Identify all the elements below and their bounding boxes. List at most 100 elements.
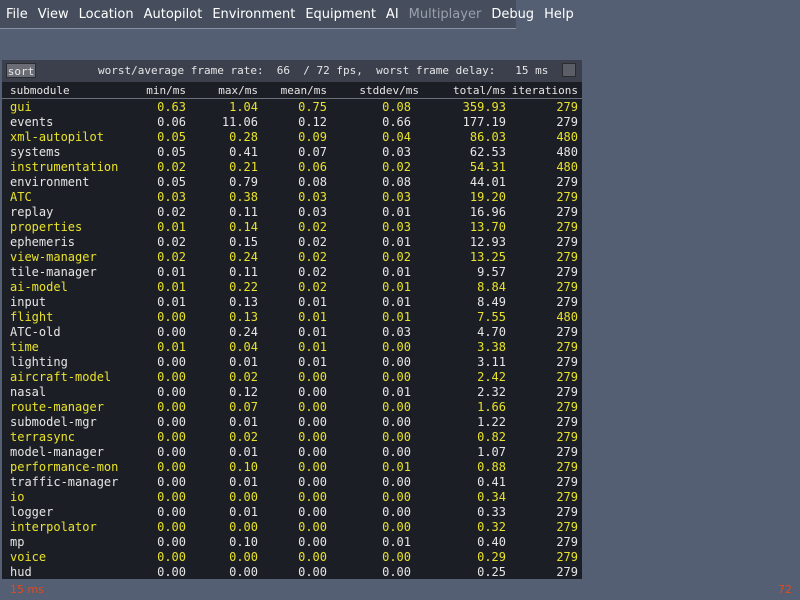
- cell-total: 12.93: [469, 235, 506, 249]
- cell-iterations: 279: [556, 295, 578, 309]
- cell-iterations: 279: [556, 115, 578, 129]
- cell-stddev: 0.08: [382, 100, 411, 114]
- cell-total: 1.22: [477, 415, 506, 429]
- cell-min: 0.00: [157, 355, 186, 369]
- menu-help[interactable]: Help: [540, 7, 578, 22]
- cell-total: 16.96: [469, 205, 506, 219]
- cell-mean: 0.00: [298, 445, 327, 459]
- cell-iterations: 279: [556, 100, 578, 114]
- cell-max: 0.28: [229, 130, 258, 144]
- menu-autopilot[interactable]: Autopilot: [140, 7, 207, 22]
- cell-min: 0.02: [157, 235, 186, 249]
- cell-mean: 0.02: [298, 280, 327, 294]
- close-button[interactable]: [562, 63, 576, 77]
- cell-iterations: 279: [556, 565, 578, 579]
- table-row: terrasync 0.00 0.02 0.00 0.00 0.82 279: [2, 430, 582, 445]
- cell-total: 44.01: [469, 175, 506, 189]
- menu-equipment[interactable]: Equipment: [301, 7, 380, 22]
- cell-max: 0.01: [229, 355, 258, 369]
- column-header-max: max/ms: [218, 84, 258, 97]
- cell-total: 1.07: [477, 445, 506, 459]
- menu-ai[interactable]: AI: [382, 7, 403, 22]
- cell-total: 54.31: [469, 160, 506, 174]
- cell-mean: 0.00: [298, 550, 327, 564]
- cell-total: 86.03: [469, 130, 506, 144]
- table-row: replay 0.02 0.11 0.03 0.01 16.96 279: [2, 205, 582, 220]
- cell-iterations: 279: [556, 325, 578, 339]
- cell-min: 0.00: [157, 505, 186, 519]
- table-row: time 0.01 0.04 0.01 0.00 3.38 279: [2, 340, 582, 355]
- cell-min: 0.00: [157, 550, 186, 564]
- cell-total: 177.19: [462, 115, 506, 129]
- table-row: nasal 0.00 0.12 0.00 0.01 2.32 279: [2, 385, 582, 400]
- cell-max: 0.38: [229, 190, 258, 204]
- cell-min: 0.00: [157, 430, 186, 444]
- table-row: route-manager 0.00 0.07 0.00 0.00 1.66 279: [2, 400, 582, 415]
- cell-iterations: 279: [556, 205, 578, 219]
- cell-max: 0.02: [229, 370, 258, 384]
- cell-max: 0.24: [229, 325, 258, 339]
- cell-max: 0.01: [229, 505, 258, 519]
- cell-stddev: 0.01: [382, 235, 411, 249]
- cell-min: 0.02: [157, 160, 186, 174]
- frame-delay-readout: 15 ms: [10, 583, 44, 596]
- menu-environment[interactable]: Environment: [208, 7, 299, 22]
- cell-submodule: route-manager: [10, 400, 104, 414]
- cell-min: 0.05: [157, 175, 186, 189]
- cell-mean: 0.00: [298, 385, 327, 399]
- cell-total: 0.33: [477, 505, 506, 519]
- cell-total: 0.29: [477, 550, 506, 564]
- table-row: flight 0.00 0.13 0.01 0.01 7.55 480: [2, 310, 582, 325]
- cell-submodule: ATC-old: [10, 325, 61, 339]
- cell-mean: 0.00: [298, 535, 327, 549]
- cell-max: 0.01: [229, 475, 258, 489]
- table-row: model-manager 0.00 0.01 0.00 0.00 1.07 279: [2, 445, 582, 460]
- cell-min: 0.00: [157, 415, 186, 429]
- cell-submodule: voice: [10, 550, 47, 564]
- cell-stddev: 0.00: [382, 445, 411, 459]
- cell-max: 0.02: [229, 430, 258, 444]
- cell-total: 7.55: [477, 310, 506, 324]
- cell-mean: 0.06: [298, 160, 327, 174]
- cell-stddev: 0.01: [382, 265, 411, 279]
- cell-stddev: 0.66: [382, 115, 411, 129]
- cell-max: 0.10: [229, 460, 258, 474]
- cell-stddev: 0.01: [382, 310, 411, 324]
- menu-file[interactable]: File: [2, 7, 32, 22]
- cell-max: 0.01: [229, 445, 258, 459]
- table-header: submodule min/ms max/ms mean/ms stddev/m…: [2, 84, 582, 99]
- cell-max: 0.12: [229, 385, 258, 399]
- cell-iterations: 279: [556, 250, 578, 264]
- cell-mean: 0.00: [298, 430, 327, 444]
- menu-debug[interactable]: Debug: [487, 7, 538, 22]
- cell-stddev: 0.04: [382, 130, 411, 144]
- cell-stddev: 0.00: [382, 475, 411, 489]
- cell-min: 0.05: [157, 145, 186, 159]
- table-row: performance-mon 0.00 0.10 0.00 0.01 0.88 279: [2, 460, 582, 475]
- column-header-iterations: iterations: [511, 84, 578, 97]
- cell-stddev: 0.00: [382, 370, 411, 384]
- cell-iterations: 279: [556, 430, 578, 444]
- cell-stddev: 0.01: [382, 280, 411, 294]
- cell-stddev: 0.00: [382, 550, 411, 564]
- sort-button[interactable]: sort: [6, 63, 36, 78]
- cell-mean: 0.00: [298, 460, 327, 474]
- cell-iterations: 279: [556, 265, 578, 279]
- cell-total: 0.88: [477, 460, 506, 474]
- menu-location[interactable]: Location: [75, 7, 138, 22]
- cell-mean: 0.00: [298, 490, 327, 504]
- cell-mean: 0.00: [298, 400, 327, 414]
- cell-mean: 0.00: [298, 475, 327, 489]
- cell-total: 8.84: [477, 280, 506, 294]
- cell-mean: 0.01: [298, 340, 327, 354]
- cell-stddev: 0.08: [382, 175, 411, 189]
- table-row: logger 0.00 0.01 0.00 0.00 0.33 279: [2, 505, 582, 520]
- cell-submodule: environment: [10, 175, 90, 189]
- cell-iterations: 279: [556, 280, 578, 294]
- cell-mean: 0.08: [298, 175, 327, 189]
- cell-mean: 0.03: [298, 205, 327, 219]
- cell-iterations: 279: [556, 370, 578, 384]
- cell-total: 0.34: [477, 490, 506, 504]
- menu-view[interactable]: View: [34, 7, 73, 22]
- table-row: xml-autopilot 0.05 0.28 0.09 0.04 86.03 480: [2, 130, 582, 145]
